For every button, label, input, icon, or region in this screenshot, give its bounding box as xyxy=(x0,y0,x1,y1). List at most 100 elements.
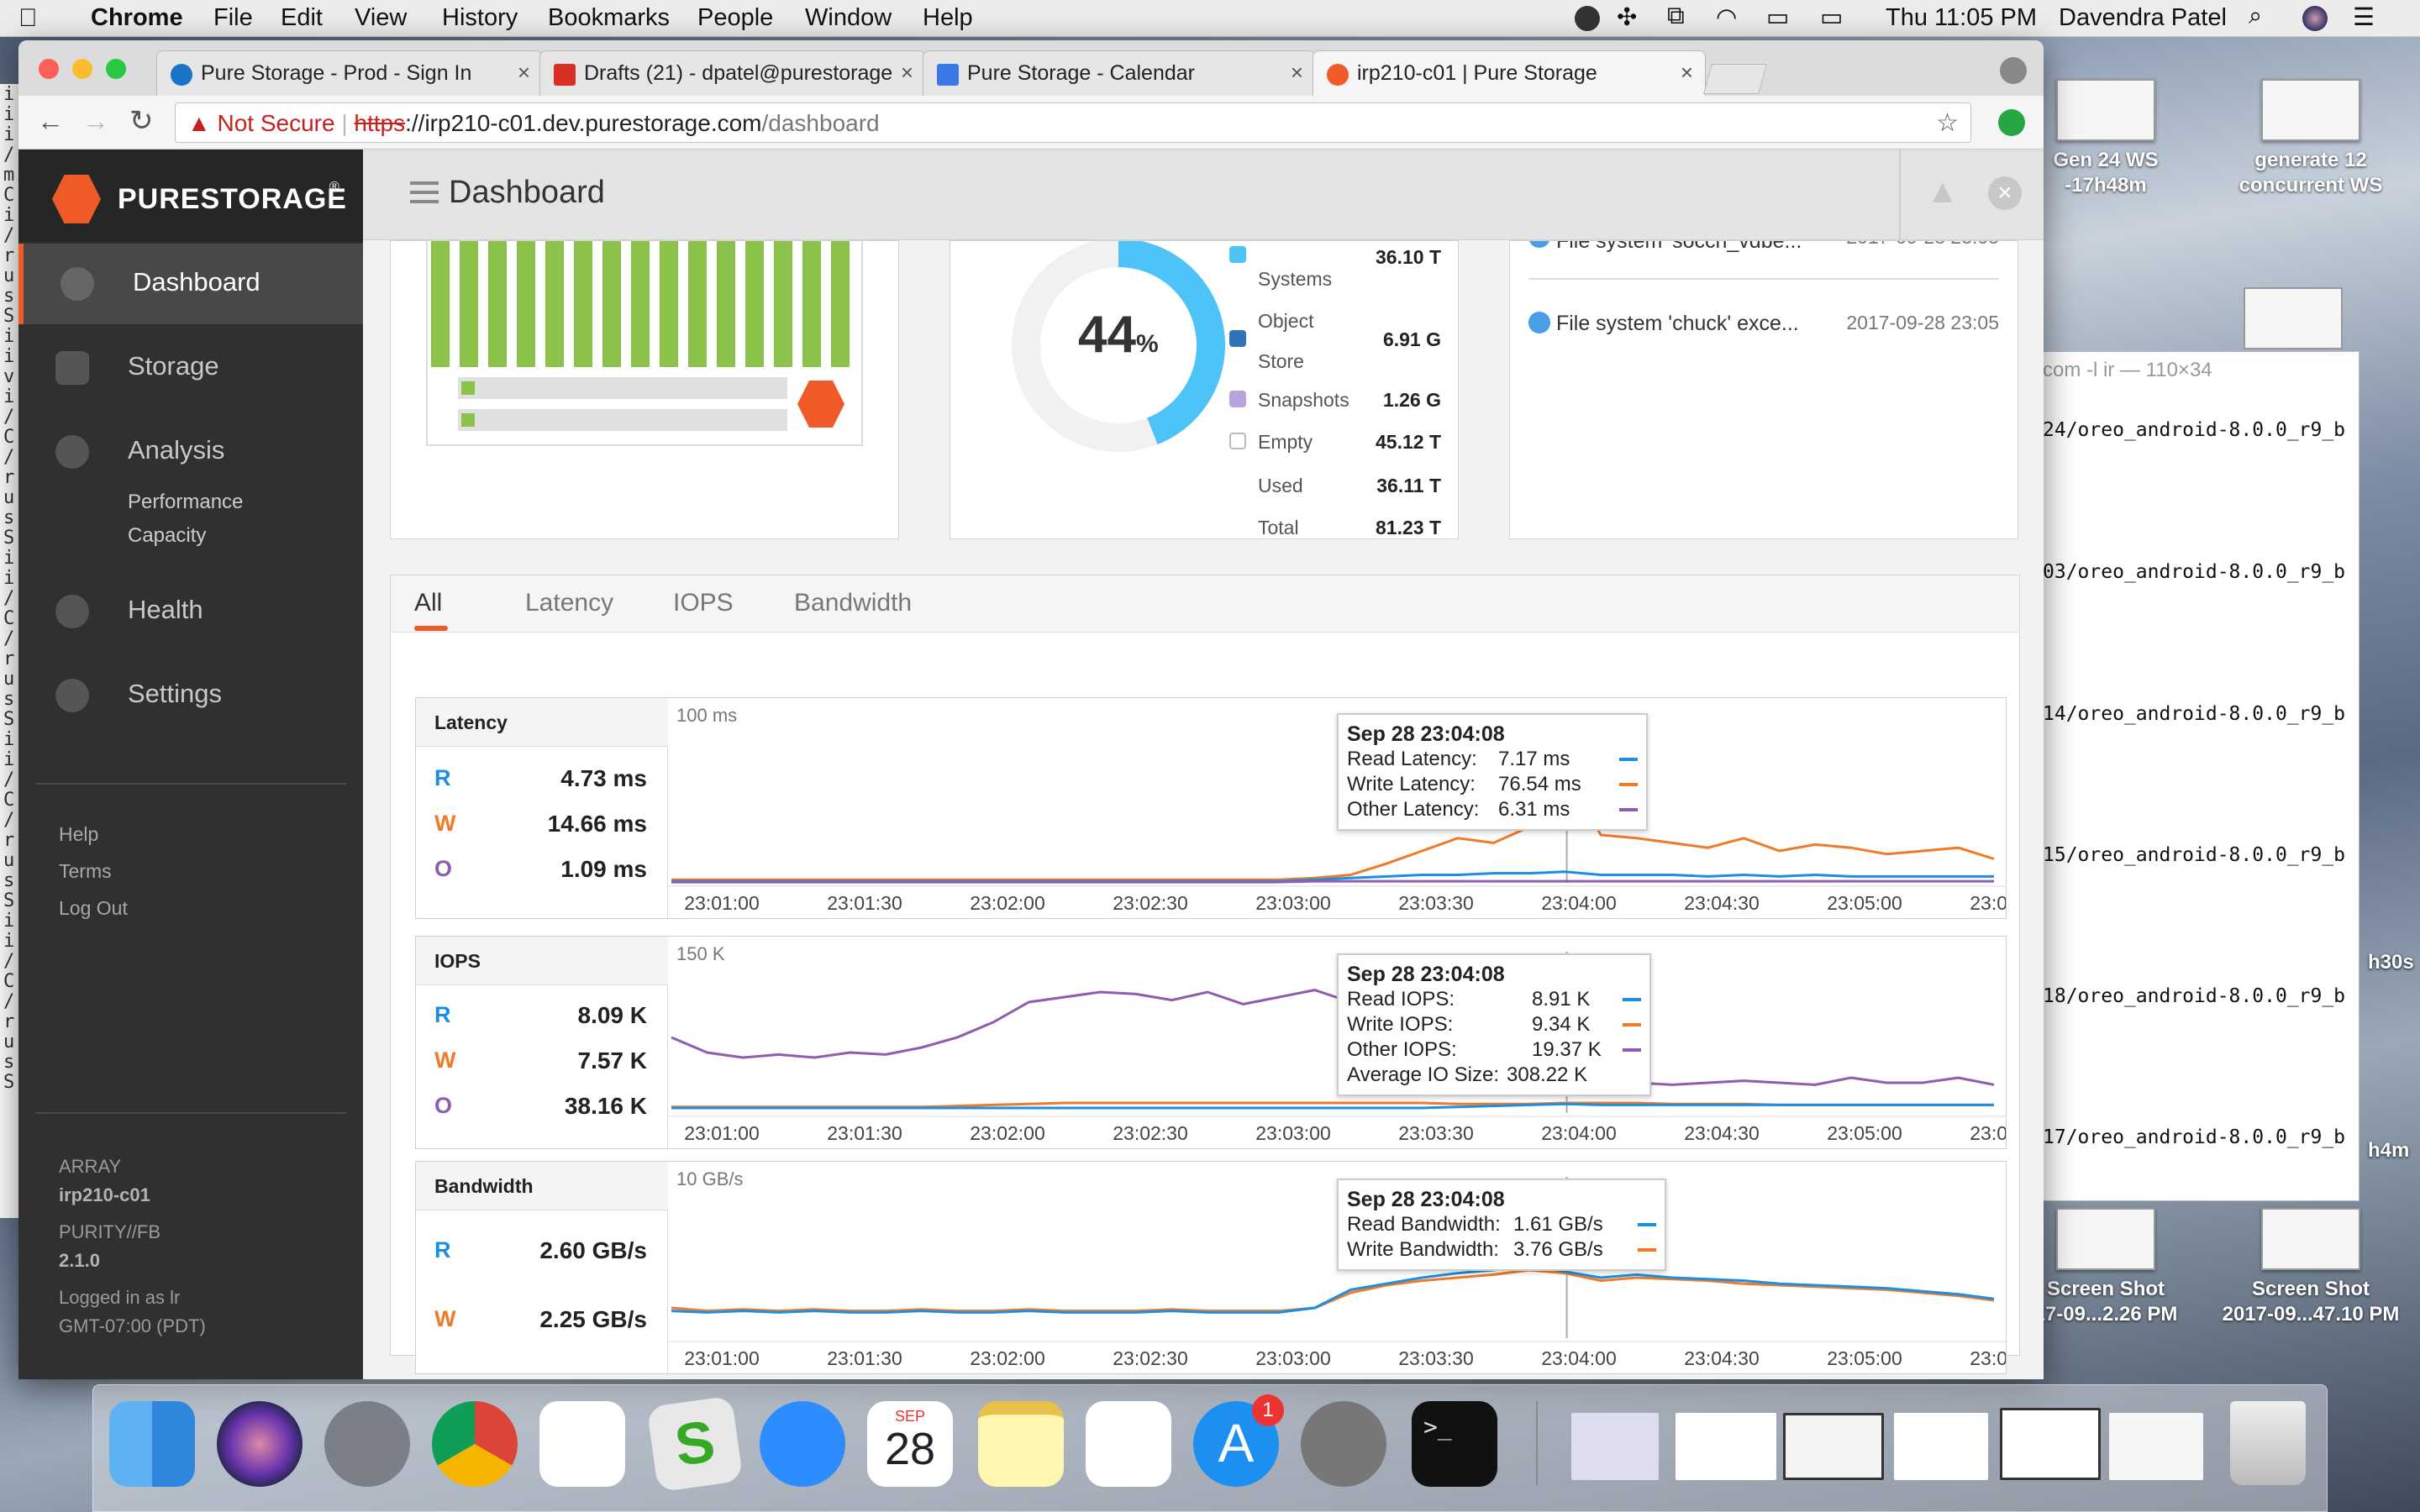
zoom-window-icon[interactable] xyxy=(106,59,126,79)
blade[interactable] xyxy=(460,241,478,367)
menu-people[interactable]: People xyxy=(697,4,773,32)
spotlight-search-icon[interactable]: ⌕ xyxy=(2249,3,2262,30)
blade[interactable] xyxy=(831,241,850,367)
sidebar-subitem-performance[interactable]: Performance xyxy=(128,491,243,514)
launchpad-rocket-icon[interactable] xyxy=(324,1401,410,1487)
browser-tab-active[interactable]: irp210-c01 | Pure Storage × xyxy=(1313,50,1706,96)
sidebar-item-dashboard[interactable]: Dashboard xyxy=(18,244,363,324)
terms-link[interactable]: Terms xyxy=(59,860,112,883)
menu-user[interactable]: Davendra Patel xyxy=(2059,4,2227,32)
menu-history[interactable]: History xyxy=(442,4,518,32)
blade[interactable] xyxy=(488,241,507,367)
minimized-window-icon[interactable] xyxy=(1894,1413,1988,1480)
logout-link[interactable]: Log Out xyxy=(59,897,128,920)
siri-icon[interactable] xyxy=(2302,6,2328,31)
apple-icon[interactable]:  xyxy=(18,4,38,33)
zoom-video-icon[interactable] xyxy=(760,1401,845,1487)
calendar-icon[interactable]: SEP 28 xyxy=(867,1401,953,1487)
blade[interactable] xyxy=(431,241,450,367)
menu-view[interactable]: View xyxy=(355,4,407,32)
chrome-icon[interactable] xyxy=(432,1401,518,1487)
browser-tab[interactable]: Drafts (21) - dpatel@purestorage × xyxy=(539,50,926,96)
tab-close-icon[interactable]: × xyxy=(518,60,530,86)
wifi-icon[interactable]: ◠ xyxy=(1716,3,1737,32)
minimized-window-icon[interactable] xyxy=(2109,1413,2203,1480)
tab-close-icon[interactable]: × xyxy=(1291,60,1303,86)
blade[interactable] xyxy=(660,241,678,367)
finder-icon[interactable] xyxy=(109,1401,195,1487)
profile-icon[interactable] xyxy=(2000,57,2027,84)
menu-help[interactable]: Help xyxy=(923,4,973,32)
not-secure-label[interactable]: Not Secure xyxy=(218,110,335,136)
terminal-window[interactable]: com -l ir — 110×34 24/oreo_android-8.0.0… xyxy=(2000,351,2360,1201)
desktop-icon[interactable]: Screen Shot 2017-09...47.10 PM xyxy=(2218,1208,2403,1327)
blade[interactable] xyxy=(545,241,564,367)
terminal-icon[interactable]: >_ xyxy=(1412,1401,1497,1487)
tab-all[interactable]: All xyxy=(414,589,442,617)
extension-icon[interactable] xyxy=(1998,109,2025,136)
tab-bandwidth[interactable]: Bandwidth xyxy=(794,589,912,617)
battery-icon[interactable]: ▭ xyxy=(1820,3,1843,32)
alert-warning-icon[interactable]: ▲ xyxy=(1926,173,1960,211)
blade[interactable] xyxy=(774,241,792,367)
tab-close-icon[interactable]: × xyxy=(1681,60,1693,86)
system-preferences-gear-icon[interactable] xyxy=(1301,1401,1386,1487)
file-thumbnail-icon[interactable] xyxy=(2244,287,2343,349)
status-window-icon[interactable]: ⧉ xyxy=(1667,3,1685,30)
tab-iops[interactable]: IOPS xyxy=(673,589,734,617)
blade[interactable] xyxy=(517,241,535,367)
slack-icon[interactable]: S xyxy=(646,1395,744,1493)
menu-bookmarks[interactable]: Bookmarks xyxy=(548,4,670,32)
status-dropbox-icon[interactable]: ✣ xyxy=(1617,3,1637,32)
sidebar-item-storage[interactable]: Storage xyxy=(18,328,363,408)
tab-latency[interactable]: Latency xyxy=(525,589,613,617)
trash-icon[interactable] xyxy=(2230,1401,2306,1485)
tab-close-icon[interactable]: × xyxy=(901,60,913,86)
menu-edit[interactable]: Edit xyxy=(281,4,323,32)
blade[interactable] xyxy=(688,241,707,367)
airplay-icon[interactable]: ▭ xyxy=(1766,3,1789,32)
sidebar-item-settings[interactable]: Settings xyxy=(18,655,363,736)
blade[interactable] xyxy=(745,241,764,367)
menu-file[interactable]: File xyxy=(213,4,253,32)
back-icon[interactable]: ← xyxy=(37,106,64,137)
browser-tab[interactable]: Pure Storage - Prod - Sign In × xyxy=(156,50,543,96)
minimized-window-icon[interactable] xyxy=(1676,1413,1776,1480)
menu-clock[interactable]: Thu 11:05 PM xyxy=(1886,4,2037,32)
browser-tab[interactable]: Pure Storage - Calendar × xyxy=(923,50,1316,96)
minimize-window-icon[interactable] xyxy=(72,59,92,79)
forward-icon[interactable]: → xyxy=(82,106,109,137)
sidebar-item-health[interactable]: Health xyxy=(18,571,363,652)
reload-icon[interactable]: ↻ xyxy=(129,104,154,138)
blade[interactable] xyxy=(631,241,650,367)
hamburger-menu-icon[interactable] xyxy=(410,181,439,203)
blade[interactable] xyxy=(574,241,592,367)
bookmark-star-icon[interactable]: ☆ xyxy=(1936,108,1959,138)
menu-app-name[interactable]: Chrome xyxy=(91,4,183,32)
sidebar-subitem-capacity[interactable]: Capacity xyxy=(128,524,206,548)
desktop-icon[interactable]: generate 12 concurrent WS xyxy=(2218,79,2403,198)
address-bar[interactable]: ▲ Not Secure | https://irp210-c01.dev.pu… xyxy=(175,102,1971,143)
status-globe-icon[interactable] xyxy=(1575,6,1600,31)
minimized-window-icon[interactable] xyxy=(2000,1408,2101,1480)
new-tab-button[interactable] xyxy=(1703,64,1767,94)
help-link[interactable]: Help xyxy=(59,823,98,846)
alert-close-icon[interactable]: × xyxy=(1988,176,2022,210)
blade[interactable] xyxy=(602,241,621,367)
alert-item[interactable]: File system 'socch_vdbe... 2017-09-28 23… xyxy=(1528,241,1999,256)
terminal-char: C xyxy=(3,427,15,448)
alert-item[interactable]: File system 'chuck' exce... 2017-09-28 2… xyxy=(1528,312,1999,342)
photos-pinwheel-icon[interactable] xyxy=(539,1401,625,1487)
array-chassis[interactable] xyxy=(426,241,863,446)
reminders-icon[interactable] xyxy=(1086,1401,1171,1487)
siri-icon[interactable] xyxy=(217,1401,302,1487)
blade[interactable] xyxy=(802,241,821,367)
menu-window[interactable]: Window xyxy=(805,4,892,32)
close-window-icon[interactable] xyxy=(39,59,59,79)
notification-center-icon[interactable]: ☰ xyxy=(2353,3,2375,32)
minimized-window-icon[interactable] xyxy=(1783,1413,1884,1480)
blade[interactable] xyxy=(717,241,735,367)
minimized-window-icon[interactable] xyxy=(1571,1413,1659,1480)
notes-icon[interactable] xyxy=(978,1401,1064,1487)
sidebar-item-analysis[interactable]: Analysis xyxy=(18,412,363,492)
